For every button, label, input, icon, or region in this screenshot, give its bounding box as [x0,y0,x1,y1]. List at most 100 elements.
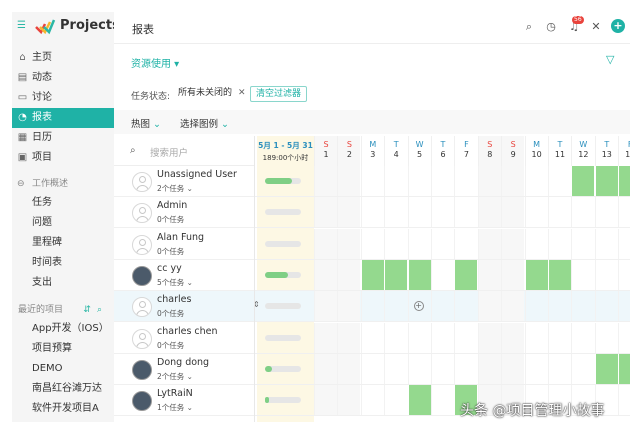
heat-cell[interactable] [618,197,630,228]
settings-icon[interactable]: ⇵ [83,305,97,315]
heat-cell[interactable] [431,166,454,196]
chevron-down-icon[interactable]: ⌄ [184,278,193,287]
heat-cell[interactable] [384,228,407,259]
heat-cell[interactable] [477,197,501,228]
heat-cell[interactable] [314,353,337,384]
recent-tools[interactable]: ⇵⌕ [83,302,108,318]
heat-cell[interactable] [618,353,630,384]
heat-cell[interactable] [501,291,525,322]
heat-cell[interactable] [407,353,431,384]
search-icon[interactable]: ⌕ [522,20,536,34]
heat-cell[interactable] [431,228,454,259]
work-overview-item[interactable]: 里程碑 [32,235,62,251]
heat-cell[interactable] [618,166,630,196]
heat-cell[interactable] [454,353,477,384]
heat-cell[interactable] [571,228,594,259]
collapse-icon[interactable]: ⊖ [17,176,25,192]
sidebar-item-2[interactable]: ▤ 动态 [12,68,114,88]
heat-cell[interactable] [594,353,618,384]
heat-cell[interactable] [618,259,630,290]
heat-cell[interactable] [454,291,477,322]
heat-cell[interactable] [548,197,571,228]
work-overview-item[interactable]: 支出 [32,275,52,291]
sidebar-item-3[interactable]: ▭ 讨论 [12,88,114,108]
heat-cell[interactable] [384,259,408,290]
heat-cell[interactable] [360,166,384,196]
heat-cell[interactable] [407,322,431,353]
user-task-count[interactable]: 2个任务 ⌄ [157,183,193,194]
user-row[interactable]: Dong dong 2个任务 ⌄ [114,353,630,385]
heat-cell[interactable] [337,166,361,196]
recent-project-item[interactable]: 南昌红谷滩万达 [32,381,102,397]
heat-cell[interactable] [524,259,548,290]
heat-cell[interactable] [337,353,361,384]
heat-cell[interactable] [384,197,407,228]
heat-cell[interactable] [360,353,384,384]
heat-cell[interactable] [501,166,525,196]
heat-cell[interactable] [618,385,630,416]
heat-cell[interactable] [314,385,337,416]
heat-cell[interactable] [431,322,454,353]
recent-project-item[interactable]: 项目预算 [32,341,72,357]
chevron-down-icon[interactable]: ⌄ [184,403,193,412]
heat-cell[interactable] [501,228,525,259]
heat-cell[interactable] [314,197,337,228]
heat-cell[interactable] [618,291,630,322]
heat-cell[interactable] [314,322,337,353]
timer-icon[interactable]: ◷ [544,20,558,34]
work-overview-header[interactable]: ⊖ 工作概述 [12,176,114,192]
heat-cell[interactable] [431,197,454,228]
heat-cell[interactable] [594,291,618,322]
heat-cell[interactable] [384,385,407,416]
heat-cell[interactable] [407,166,431,196]
heat-cell[interactable] [314,166,337,196]
recent-project-item[interactable]: 软件开发项目A [32,401,99,417]
heatmap-dropdown[interactable]: 热图 ⌄ [131,116,161,130]
heat-cell[interactable] [384,322,407,353]
heat-cell[interactable] [477,291,501,322]
user-row[interactable]: cc yy 5个任务 ⌄ [114,259,630,291]
heat-cell[interactable] [594,322,618,353]
resource-dropdown[interactable]: 资源使用 ▾ [131,55,179,70]
heat-cell[interactable] [314,291,337,322]
heat-cell[interactable] [431,259,454,290]
user-task-count[interactable]: 2个任务 ⌄ [157,371,193,382]
user-row[interactable]: Alan Fung 0个任务 [114,228,630,260]
user-row[interactable]: Unassigned User 2个任务 ⌄ [114,166,630,197]
heat-cell[interactable] [548,322,571,353]
heat-cell[interactable] [618,322,630,353]
heat-cell[interactable] [524,353,548,384]
task-status-chip[interactable]: 所有未关闭的 ✕ [174,85,250,102]
heat-cell[interactable] [360,259,384,290]
heat-cell[interactable] [360,322,384,353]
filter-icon[interactable]: ▽ [606,53,614,66]
sidebar-item-5[interactable]: ▦ 日历 [12,128,114,148]
heat-cell[interactable] [360,291,384,322]
heat-cell[interactable] [454,322,477,353]
heat-cell[interactable] [548,353,571,384]
heat-cell[interactable] [384,291,407,322]
app-logo[interactable]: ☰ Projects [12,12,114,42]
heat-cell[interactable] [524,197,548,228]
close-icon[interactable]: ✕ [238,88,246,98]
heat-cell[interactable] [431,385,454,416]
recent-project-item[interactable]: App开发（IOS） [32,321,109,337]
heat-cell[interactable] [407,385,431,416]
chevron-down-icon[interactable]: ⌄ [184,184,193,193]
search-input[interactable]: 搜索用户 [150,145,188,159]
tools-icon[interactable]: ✕ [589,20,603,34]
heat-cell[interactable] [337,259,361,290]
heat-cell[interactable] [384,353,407,384]
user-row[interactable]: charles 0个任务 ⇕ + [114,291,630,323]
heat-cell[interactable] [618,228,630,259]
heat-cell[interactable] [360,197,384,228]
heat-cell[interactable] [360,228,384,259]
heat-cell[interactable] [337,385,361,416]
heat-cell[interactable] [454,197,477,228]
search-icon[interactable]: ⌕ [97,305,108,315]
heat-cell[interactable] [477,228,501,259]
sidebar-item-6[interactable]: ▣ 项目 [12,148,114,168]
heat-cell[interactable] [407,228,431,259]
work-overview-item[interactable]: 问题 [32,215,52,231]
heat-cell[interactable] [548,291,571,322]
